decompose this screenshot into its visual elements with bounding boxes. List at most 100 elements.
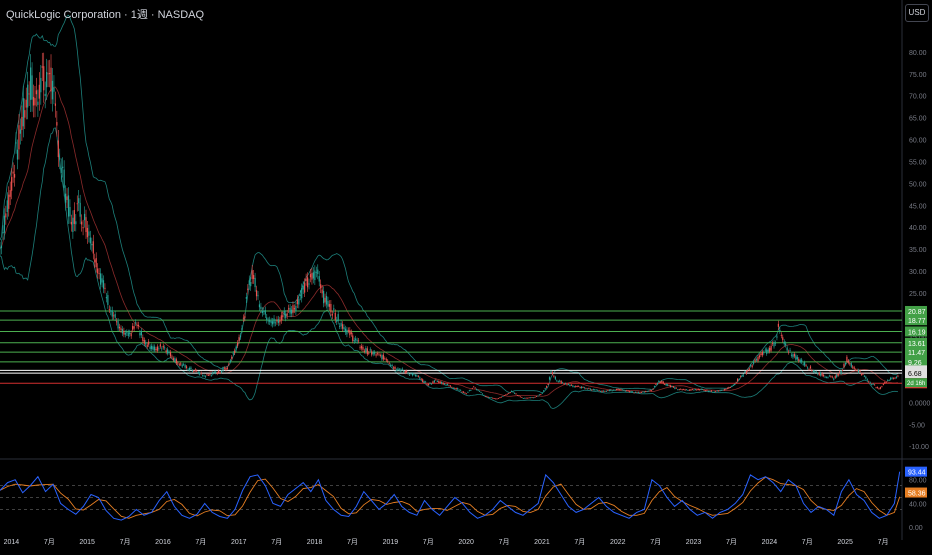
candle-body (321, 289, 323, 294)
candle-body (121, 329, 124, 334)
candle-body (426, 384, 428, 386)
candle-body (454, 387, 456, 389)
level-tag-label: 6.68 (908, 371, 922, 378)
candle-body (290, 309, 293, 314)
candle-body (604, 390, 606, 392)
candle-body (130, 333, 132, 337)
candle-body (97, 268, 99, 274)
candle-body (255, 290, 258, 297)
candle-body (362, 346, 364, 350)
x-tick-label: 7月 (120, 538, 131, 546)
candle-body (197, 372, 199, 374)
candle-body (547, 384, 549, 385)
currency-button[interactable]: USD (905, 4, 929, 22)
candle-body (5, 213, 7, 218)
candle-body (586, 388, 589, 390)
candle-body (681, 389, 683, 391)
candle-body (209, 374, 211, 376)
price-tick-label: 80.00 (909, 50, 927, 57)
candle-body (433, 380, 435, 383)
candle-body (37, 101, 39, 105)
candle-body (276, 319, 278, 322)
candle-body (266, 317, 268, 321)
level-tag-label: 16.19 (908, 329, 926, 336)
x-tick-label: 7月 (271, 538, 282, 546)
candle-body (304, 283, 306, 293)
candle-body (683, 389, 685, 391)
candle-body (86, 227, 89, 238)
x-tick-label: 7月 (347, 538, 358, 546)
candle-body (22, 98, 24, 127)
candle-body (129, 332, 131, 335)
candle-body (732, 385, 734, 386)
chart-area[interactable]: 80.00 75.00 70.00 65.00 60.00 55.00 50.00 45.00… (0, 0, 932, 550)
candle-body (493, 398, 495, 399)
candle-body (257, 295, 259, 297)
candle-body (382, 354, 384, 360)
candle-body (495, 398, 497, 400)
candle-body (834, 376, 836, 378)
x-tick-label: 2015 (79, 539, 95, 546)
candle-body (773, 342, 775, 347)
price-tick-label: 25.00 (909, 291, 927, 298)
candle-body (839, 371, 841, 373)
candle-body (159, 344, 161, 347)
candle-body (3, 215, 5, 233)
candle-body (678, 389, 680, 391)
candle-body (359, 347, 361, 349)
candle-body (169, 351, 172, 357)
price-tick-label: -10.00 (909, 444, 929, 451)
candle-body (219, 372, 221, 374)
candle-body (825, 377, 828, 379)
candle-body (674, 387, 676, 389)
candle-body (346, 329, 348, 335)
candle-body (685, 389, 688, 391)
candle-body (652, 388, 654, 390)
candle-body (215, 371, 217, 374)
candle-body (508, 393, 510, 395)
chart-canvas[interactable]: 80.00 75.00 70.00 65.00 60.00 55.00 50.00 45.00… (0, 0, 932, 550)
candle-body (764, 349, 766, 351)
candle-body (694, 389, 696, 391)
candle-body (833, 378, 835, 380)
candle-body (701, 389, 704, 391)
candle-body (634, 391, 637, 393)
candle-body (471, 388, 473, 390)
candle-body (725, 389, 727, 390)
candle-body (484, 395, 487, 397)
candle-body (48, 73, 51, 75)
candle-body (513, 392, 516, 394)
candle-body (840, 370, 842, 374)
candle-body (108, 309, 110, 310)
candle-body (149, 346, 151, 349)
candle-body (863, 375, 865, 377)
candle-body (264, 310, 266, 315)
candle-body (605, 390, 607, 392)
candle-body (615, 389, 618, 391)
price-tick-label: -5.00 (909, 422, 925, 429)
candle-body (735, 382, 737, 384)
candle-body (881, 386, 883, 388)
candle-body (302, 285, 304, 290)
candle-body (378, 353, 380, 355)
candle-body (81, 221, 83, 225)
candle-body (503, 395, 505, 397)
candle-body (0, 247, 1, 250)
x-tick-label: 2025 (837, 539, 853, 546)
rsi-tick-label: 80.00 (909, 478, 927, 485)
candle-body (779, 329, 781, 331)
candle-body (390, 364, 392, 366)
candle-body (78, 198, 80, 204)
candle-body (295, 305, 297, 312)
candle-body (478, 390, 481, 392)
candle-body (66, 196, 68, 200)
candle-body (790, 354, 793, 356)
candle-body (758, 355, 761, 358)
candle-body (111, 310, 113, 317)
x-tick-label: 7月 (499, 538, 510, 546)
candle-body (642, 391, 644, 393)
candle-body (279, 320, 281, 323)
candle-body (123, 330, 125, 335)
candle-body (350, 332, 352, 335)
candle-body (317, 269, 319, 275)
